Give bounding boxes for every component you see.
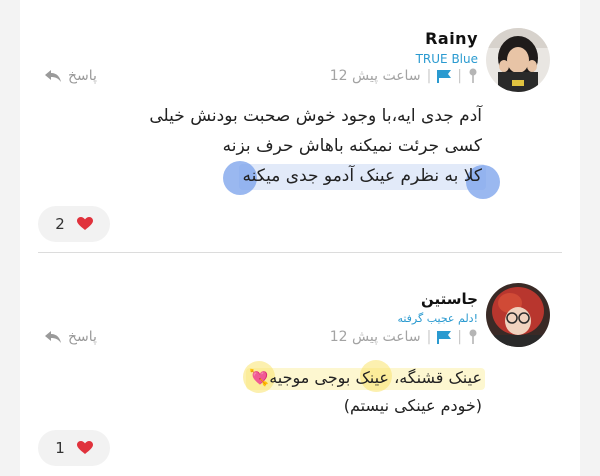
comment-meta: | | 12 ساعت پیش <box>330 68 478 84</box>
like-button[interactable]: 1 <box>38 430 110 466</box>
like-button[interactable]: 2 <box>38 206 110 242</box>
like-count: 1 <box>55 439 65 457</box>
separator: | <box>426 329 432 345</box>
comment-line: کلا به نظرم عینک آدمو جدی میکنه <box>42 161 500 199</box>
pin-icon[interactable] <box>468 329 478 345</box>
comment-line: آدم جدی ایه،با وجود خوش صحبت بودنش خیلی <box>149 106 482 126</box>
separator: | <box>457 329 462 345</box>
comment-body: عینک قشنگه، عینک بوجی موجیه💘 (خودم عینکی… <box>42 360 485 420</box>
separator: | <box>457 68 462 84</box>
separator: | <box>426 68 432 84</box>
comment-time: 12 ساعت پیش <box>329 329 421 345</box>
author-name[interactable]: جاستین <box>421 290 478 308</box>
comment-line: (خودم عینکی نیستم) <box>343 396 482 415</box>
reply-arrow-icon <box>45 70 61 82</box>
author-title: دلم عجیب گرفته! <box>397 312 478 325</box>
comment-item: Rainy TRUE Blue پاسخ | | 12 ساعت پیش آدم… <box>20 0 580 252</box>
reply-label: پاسخ <box>68 68 97 84</box>
highlighted-text: کلا به نظرم عینک آدمو جدی میکنه <box>222 161 500 199</box>
reply-button[interactable]: پاسخ <box>44 68 97 84</box>
divider <box>38 252 562 253</box>
reply-button[interactable]: پاسخ <box>44 329 97 345</box>
highlighted-text: عینک قشنگه، عینک بوجی موجیه💘 <box>243 360 485 393</box>
flag-icon[interactable] <box>437 69 452 83</box>
comments-card: Rainy TRUE Blue پاسخ | | 12 ساعت پیش آدم… <box>20 0 580 476</box>
comment-meta: | | 12 ساعت پیش <box>330 329 478 345</box>
comment-line: کسی جرئت نمیکنه باهاش حرف بزنه <box>222 136 482 156</box>
pin-icon[interactable] <box>468 68 478 84</box>
reply-arrow-icon <box>45 331 61 343</box>
heart-emoji: 💘 <box>249 368 270 387</box>
author-title: TRUE Blue <box>415 52 478 66</box>
flag-icon[interactable] <box>437 330 452 344</box>
avatar[interactable] <box>486 283 550 347</box>
like-count: 2 <box>55 215 65 233</box>
comment-item: جاستین دلم عجیب گرفته! پاسخ | | 12 ساعت … <box>20 254 580 476</box>
reply-label: پاسخ <box>68 329 97 345</box>
comment-time: 12 ساعت پیش <box>329 68 421 84</box>
comment-body: آدم جدی ایه،با وجود خوش صحبت بودنش خیلی … <box>42 101 500 199</box>
heart-icon <box>76 441 93 454</box>
avatar[interactable] <box>486 28 550 92</box>
author-name[interactable]: Rainy <box>425 29 478 48</box>
comment-line: عینک قشنگه، عینک بوجی موجیه💘 <box>42 360 485 393</box>
heart-icon <box>76 217 93 230</box>
